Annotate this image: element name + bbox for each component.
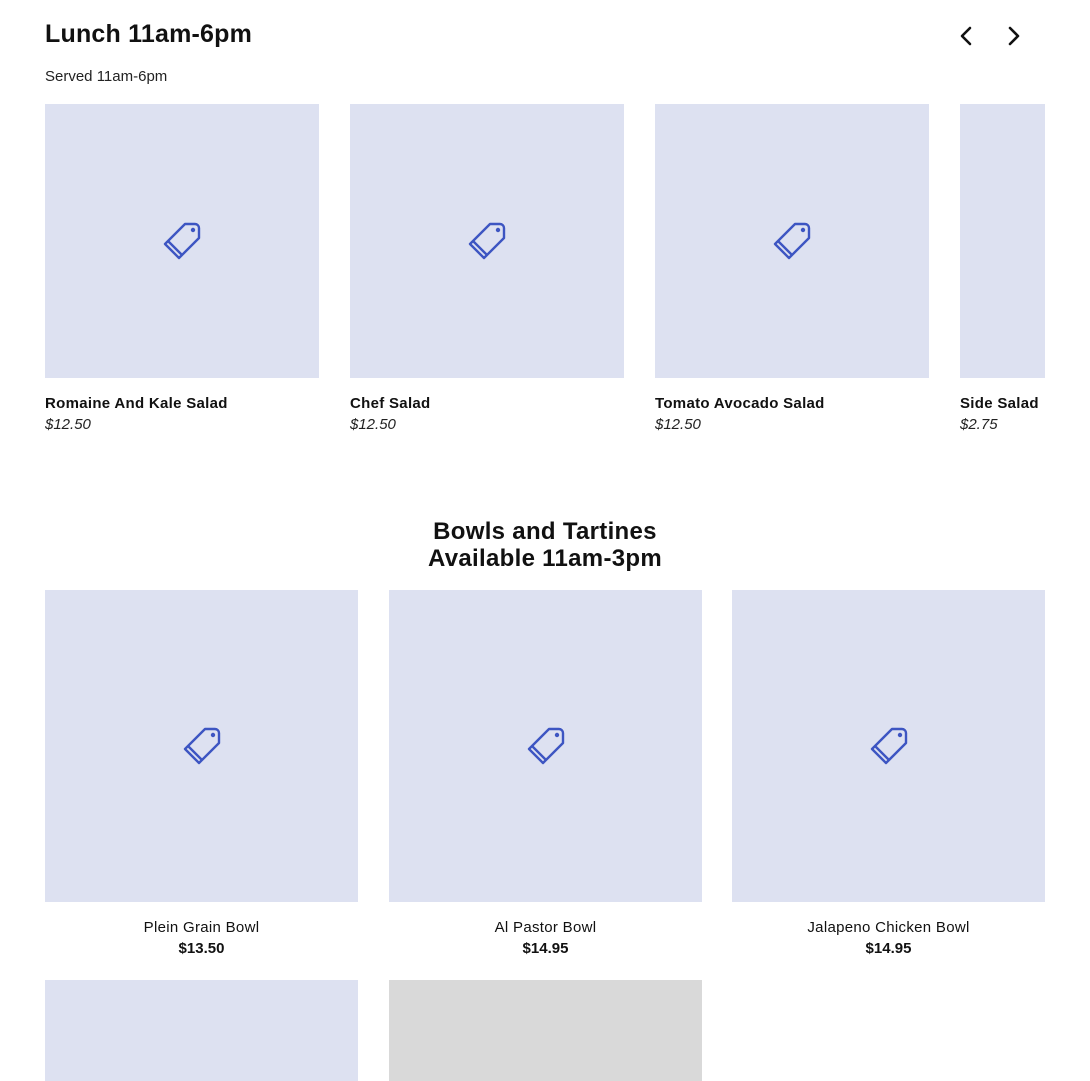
tag-icon [183,727,220,765]
chevron-left-icon [960,26,972,46]
item-image-placeholder[interactable] [45,104,319,378]
tag-icon [773,222,811,260]
tag-icon [468,222,506,260]
section-subtitle-lunch: Served 11am-6pm [45,68,168,85]
menu-item-card[interactable]: Plein Grain Bowl $13.50 [45,590,358,957]
item-image-placeholder[interactable] [389,590,702,902]
item-name[interactable]: Jalapeno Chicken Bowl [732,919,1045,936]
carousel-prev-button[interactable] [952,22,980,50]
section-title-bowls: Bowls and Tartines Available 11am-3pm [0,518,1090,572]
item-name[interactable]: Side Salad [960,395,1045,412]
item-price: $12.50 [45,416,91,433]
chevron-right-icon [1008,26,1020,46]
carousel-next-button[interactable] [1000,22,1028,50]
tag-icon [163,222,201,260]
item-price: $13.50 [178,940,225,957]
item-image-placeholder[interactable] [960,104,1045,378]
tag-icon [527,727,564,765]
item-image-placeholder[interactable] [732,590,1045,902]
item-name[interactable]: Chef Salad [350,395,624,412]
item-image-placeholder[interactable] [45,590,358,902]
menu-item-card[interactable]: Chef Salad $12.50 [350,104,624,433]
item-image-placeholder[interactable] [350,104,624,378]
item-price: $12.50 [655,416,701,433]
item-price: $2.75 [960,416,998,433]
item-name[interactable]: Tomato Avocado Salad [655,395,929,412]
menu-item-card[interactable]: Tomato Avocado Salad $12.50 [655,104,929,433]
item-image[interactable] [389,980,702,1081]
section-title-line: Bowls and Tartines [433,518,657,545]
item-price: $14.95 [522,940,569,957]
item-name[interactable]: Al Pastor Bowl [389,919,702,936]
menu-item-card[interactable] [45,980,358,1081]
menu-item-card[interactable] [389,980,702,1081]
menu-item-card[interactable]: Romaine And Kale Salad $12.50 [45,104,319,433]
item-price: $14.95 [865,940,912,957]
lunch-carousel: Romaine And Kale Salad $12.50 Chef Salad… [45,104,1045,444]
menu-item-card[interactable]: Side Salad $2.75 [960,104,1045,433]
item-price: $12.50 [350,416,396,433]
item-name[interactable]: Plein Grain Bowl [45,919,358,936]
item-name[interactable]: Romaine And Kale Salad [45,395,319,412]
tag-icon [870,727,907,765]
item-image-placeholder[interactable] [655,104,929,378]
section-title-lunch: Lunch 11am-6pm [45,20,253,48]
item-image-placeholder[interactable] [45,980,358,1081]
menu-item-card[interactable]: Jalapeno Chicken Bowl $14.95 [732,590,1045,957]
menu-item-card[interactable]: Al Pastor Bowl $14.95 [389,590,702,957]
section-subtitle-line: Available 11am-3pm [428,545,662,572]
